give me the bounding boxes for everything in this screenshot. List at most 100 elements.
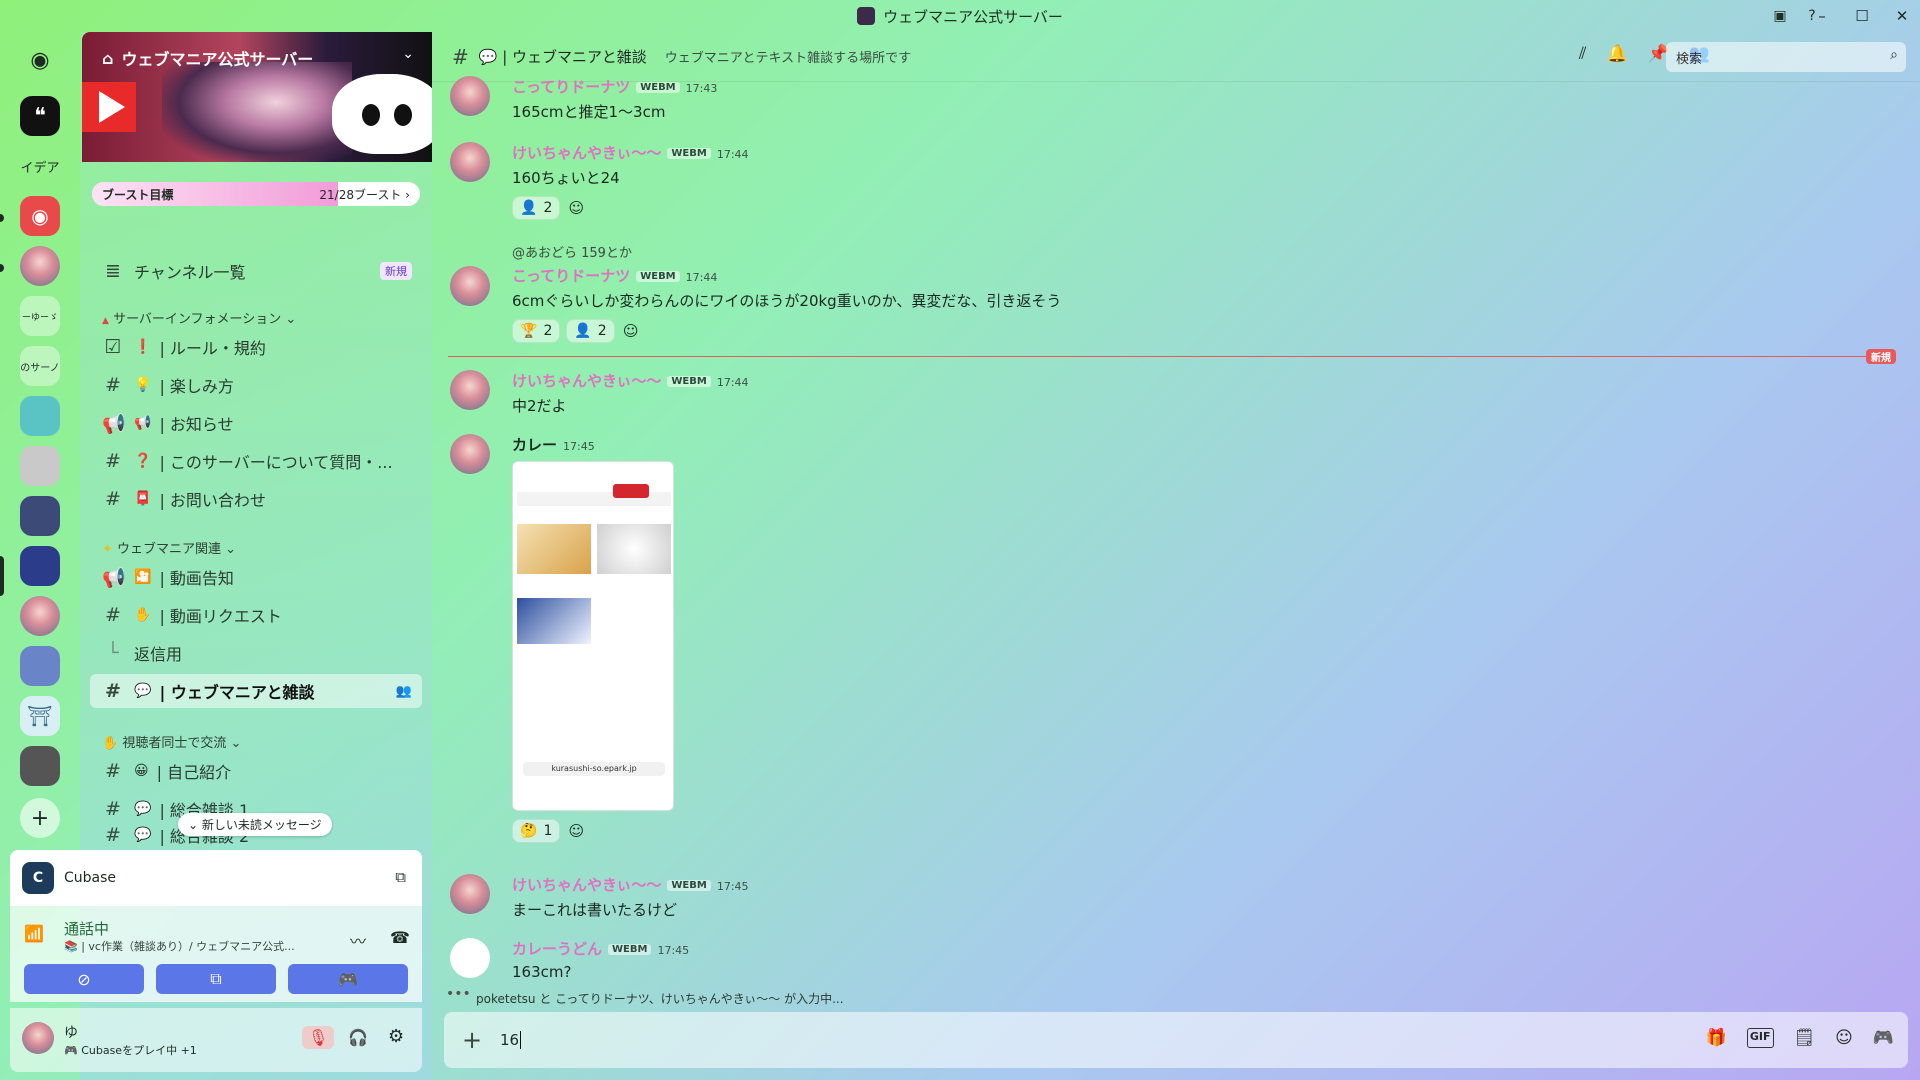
reaction[interactable]: 👤 2 <box>566 319 615 343</box>
discord-server-icon[interactable]: ◉ <box>20 196 60 236</box>
avatar[interactable] <box>450 434 490 474</box>
activity-button[interactable]: 🎮 <box>288 964 408 994</box>
channel-item[interactable]: # 😀 | 自己紹介 <box>90 754 422 788</box>
screen-share-icon[interactable]: ⧉ <box>395 868 406 886</box>
channel-item-selected[interactable]: # 💬 | ウェブマニアと雑談 👥 <box>90 674 422 708</box>
channel-item[interactable]: # 💡 | 楽しみ方 <box>90 368 422 402</box>
category-header[interactable]: ✦ ウェブマニア関連 ⌄ <box>102 538 236 557</box>
channel-item[interactable]: ☑ ❗ | ルール・規約 <box>90 330 422 364</box>
headphones-icon[interactable]: 🎧 <box>348 1028 368 1047</box>
reaction[interactable]: 👤 2 <box>512 196 561 220</box>
channel-topic[interactable]: ウェブマニアとテキスト雑談する場所です <box>665 47 911 66</box>
boost-goal-bar[interactable]: ブースト目標 21/28ブースト › <box>92 182 420 206</box>
server-icon[interactable] <box>20 646 60 686</box>
message-author[interactable]: カレー 17:45 <box>512 434 674 455</box>
message-author[interactable]: けいちゃんやきぃ〜〜 WEBM 17:44 <box>512 370 749 391</box>
minimize-button[interactable]: – <box>1804 7 1840 25</box>
add-reaction-icon[interactable]: ☺ <box>566 821 586 841</box>
channel-item[interactable]: # ✋ | 動画リクエスト <box>90 598 422 632</box>
avatar[interactable] <box>22 1022 54 1054</box>
idea-server-icon[interactable]: イデア <box>20 146 60 186</box>
typing-indicator: poketetsu と こってりドーナツ、けいちゃんやきぃ〜〜 が入力中... <box>476 992 844 1006</box>
image-attachment[interactable]: kurasushi-so.epark.jp <box>512 461 674 811</box>
server-icon[interactable]: ⛩ <box>20 696 60 736</box>
voice-status[interactable]: 通話中 <box>64 918 109 939</box>
user-status: 🎮 Cubaseをプレイ中 +1 <box>64 1044 197 1057</box>
server-name[interactable]: ⌂ ウェブマニア公式サーバー <box>102 46 313 70</box>
avatar[interactable] <box>450 266 490 306</box>
activity-panel[interactable]: C Cubase ⧉ <box>10 850 422 906</box>
username[interactable]: ゆ <box>64 1022 78 1042</box>
threads-icon[interactable]: ⫽ <box>1579 44 1587 64</box>
emoji-icon[interactable]: ☺ <box>1835 1028 1853 1048</box>
message-input[interactable]: 16 <box>500 1031 522 1049</box>
add-reaction-icon[interactable]: ☺ <box>621 321 641 341</box>
quote-server-icon[interactable]: ❝ <box>20 96 60 136</box>
server-icon[interactable]: ーゆーゞ <box>20 296 60 336</box>
activities-icon[interactable]: 🎮 <box>1873 1028 1894 1048</box>
message-author[interactable]: けいちゃんやきぃ〜〜 WEBM 17:44 <box>512 142 749 163</box>
disconnect-icon[interactable]: ☎ <box>390 928 410 947</box>
hash-icon: # <box>452 44 469 69</box>
server-icon[interactable] <box>20 596 60 636</box>
timestamp: 17:45 <box>716 880 749 893</box>
message-author[interactable]: こってりドーナツ WEBM 17:43 <box>512 76 717 97</box>
thread-item[interactable]: └ 返信用 <box>90 636 422 670</box>
screen-share-button[interactable]: ⧉ <box>156 964 276 994</box>
sticker-icon[interactable]: 🗒 <box>1794 1028 1816 1048</box>
reaction[interactable]: 🤔 1 <box>512 819 561 843</box>
add-reaction-icon[interactable]: ☺ <box>566 198 586 218</box>
gift-icon[interactable]: 🎁 <box>1706 1028 1727 1048</box>
add-member-icon[interactable]: 👥 <box>396 684 412 699</box>
reply-reference[interactable]: @あおどら 159とか <box>512 242 1061 261</box>
server-icon[interactable] <box>20 396 60 436</box>
server-icon[interactable]: のサーノ <box>20 346 60 386</box>
new-unread-messages-pill[interactable]: ⌄ 新しい未読メッセージ <box>178 813 332 836</box>
message-text: まーこれは書いたるけど <box>512 901 678 919</box>
server-icon[interactable] <box>20 246 60 286</box>
maximize-button[interactable]: ☐ <box>1844 7 1880 25</box>
close-button[interactable]: ✕ <box>1884 7 1920 25</box>
channel-item[interactable]: # 📮 | お問い合わせ <box>90 482 422 516</box>
channel-item[interactable]: # ❓ | このサーバーについて質問・... <box>90 444 422 478</box>
bell-icon[interactable]: 🔔 <box>1606 44 1627 64</box>
search-input[interactable]: 検索 <box>1666 42 1906 72</box>
server-icon[interactable] <box>20 446 60 486</box>
noise-suppression-icon[interactable]: 〰 <box>350 928 366 952</box>
voice-channel[interactable]: 📚 | vc作業（雑談あり）/ ウェブマニア公式... <box>64 938 295 954</box>
discord-home-icon[interactable]: ◉ <box>20 40 60 80</box>
selected-indicator <box>0 556 4 596</box>
mic-muted-icon[interactable]: 🎙 <box>302 1026 335 1049</box>
add-server-button[interactable]: + <box>20 798 60 838</box>
avatar[interactable] <box>450 874 490 914</box>
server-banner[interactable]: ⌂ ウェブマニア公式サーバー ⌄ <box>82 32 432 162</box>
category-header[interactable]: ▲ サーバーインフォメーション ⌄ <box>102 308 296 327</box>
camera-off-button[interactable]: ⊘ <box>24 964 144 994</box>
channel-list-item[interactable]: ≣ チャンネル一覧 新規 <box>90 254 422 288</box>
chevron-down-icon[interactable]: ⌄ <box>402 46 414 62</box>
inbox-icon[interactable]: ▣ <box>1768 5 1792 27</box>
message-author[interactable]: けいちゃんやきぃ〜〜 WEBM 17:45 <box>512 874 749 895</box>
gear-icon[interactable]: ⚙ <box>388 1026 404 1047</box>
boost-count: 21/28ブースト › <box>319 187 410 202</box>
avatar[interactable] <box>450 370 490 410</box>
timestamp: 17:43 <box>685 82 718 95</box>
category-header[interactable]: ✋ 視聴者同士で交流 ⌄ <box>102 732 241 751</box>
avatar[interactable] <box>450 938 490 978</box>
signal-icon: 📶 <box>24 924 44 943</box>
avatar[interactable] <box>450 142 490 182</box>
reaction[interactable]: 🏆 2 <box>512 319 561 343</box>
channel-item[interactable]: 📢 🎦 | 動画告知 <box>90 560 422 594</box>
user-tag: WEBM <box>667 376 711 387</box>
server-icon-active[interactable] <box>20 546 60 586</box>
avatar[interactable] <box>450 76 490 116</box>
server-icon[interactable] <box>20 746 60 786</box>
search-icon[interactable]: ⌕ <box>1890 47 1898 63</box>
user-tag: WEBM <box>608 944 652 955</box>
message-author[interactable]: カレーうどん WEBM 17:45 <box>512 938 689 959</box>
add-attachment-button[interactable]: + <box>444 1026 500 1054</box>
server-icon[interactable] <box>20 496 60 536</box>
channel-item[interactable]: 📢 📢 | お知らせ <box>90 406 422 440</box>
gif-icon[interactable]: GIF <box>1746 1028 1774 1048</box>
message-author[interactable]: こってりドーナツ WEBM 17:44 <box>512 265 1061 286</box>
